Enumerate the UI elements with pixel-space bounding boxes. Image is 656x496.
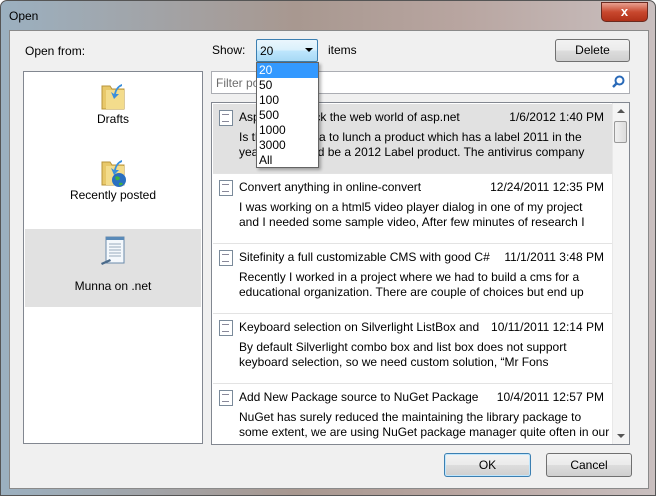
option-20[interactable]: 20 (257, 63, 318, 78)
source-label: Munna on .net (74, 279, 152, 293)
dialog-body: Open from: Drafts Recently posted Munna … (9, 30, 649, 489)
post-date: 1/6/2012 1:40 PM (509, 110, 604, 124)
items-label: items (328, 43, 357, 57)
search-icon[interactable] (611, 75, 625, 92)
source-pane: Drafts Recently posted Munna on .net (23, 71, 203, 444)
ok-button[interactable]: OK (444, 453, 531, 477)
option-500[interactable]: 500 (257, 108, 318, 123)
post-date: 10/4/2011 12:57 PM (496, 390, 604, 404)
show-count-select[interactable]: 20 (256, 39, 318, 62)
option-1000[interactable]: 1000 (257, 123, 318, 138)
drafts-folder-icon (98, 80, 128, 112)
post-excerpt: keyboard selection, so we need custom so… (239, 355, 549, 369)
source-label: Recently posted (69, 188, 157, 202)
post-icon (219, 320, 233, 336)
window-title: Open (9, 9, 39, 23)
post-icon (219, 110, 233, 126)
post-item[interactable]: Add New Package source to NuGet Package … (213, 384, 612, 444)
scroll-up-icon[interactable] (617, 109, 625, 113)
option-3000[interactable]: 3000 (257, 138, 318, 153)
option-100[interactable]: 100 (257, 93, 318, 108)
filter-placeholder: Filter po (216, 76, 260, 90)
post-icon (219, 250, 233, 266)
open-from-label: Open from: (25, 44, 86, 58)
open-dialog: Open x Open from: Drafts Recently posted… (0, 0, 656, 496)
vertical-scrollbar[interactable] (612, 103, 629, 444)
post-item[interactable]: Convert anything in online-convert 12/24… (213, 174, 612, 244)
notepad-icon (98, 235, 128, 267)
post-date: 12/24/2011 12:35 PM (490, 180, 604, 194)
post-date: 11/1/2011 3:48 PM (504, 250, 604, 264)
show-value: 20 (260, 44, 274, 58)
post-title: Sitefinity a full customizable CMS with … (239, 250, 490, 264)
delete-button[interactable]: Delete (555, 39, 630, 62)
post-excerpt: and I needed some sample video, After fe… (239, 215, 585, 229)
post-icon (219, 390, 233, 406)
post-icon (219, 180, 233, 196)
post-date: 10/11/2011 12:14 PM (491, 320, 604, 334)
globe-folder-icon (98, 156, 128, 188)
post-title: Convert anything in online-convert (239, 180, 422, 194)
cancel-button[interactable]: Cancel (546, 453, 632, 477)
source-munna-on-net[interactable]: Munna on .net (25, 229, 201, 307)
post-title: Add New Package source to NuGet Package (239, 390, 479, 404)
source-recently-posted[interactable]: Recently posted (25, 156, 201, 212)
show-count-dropdown: 20 50 100 500 1000 3000 All (256, 62, 319, 168)
option-50[interactable]: 50 (257, 78, 318, 93)
show-label: Show: (212, 43, 246, 57)
source-drafts[interactable]: Drafts (25, 80, 201, 136)
source-label: Drafts (96, 112, 129, 126)
post-item[interactable]: Sitefinity a full customizable CMS with … (213, 244, 612, 314)
post-excerpt: NuGet has surely reduced the maintaining… (239, 410, 582, 424)
post-item[interactable]: Keyboard selection on Silverlight ListBo… (213, 314, 612, 384)
scroll-down-icon[interactable] (617, 434, 625, 438)
post-excerpt: educational organization. There are coup… (239, 285, 584, 299)
post-excerpt: By default Silverlight combo box and lis… (239, 340, 567, 354)
post-excerpt: I was working on a html5 video player di… (239, 200, 583, 214)
post-excerpt: some extent, we are using NuGet package … (239, 425, 610, 439)
post-title: Keyboard selection on Silverlight ListBo… (239, 320, 480, 334)
option-all[interactable]: All (257, 153, 318, 168)
chevron-down-icon (305, 48, 313, 52)
scroll-thumb[interactable] (614, 121, 627, 143)
close-button[interactable]: x (601, 2, 648, 22)
post-excerpt: Recently I worked in a project where we … (239, 270, 580, 284)
